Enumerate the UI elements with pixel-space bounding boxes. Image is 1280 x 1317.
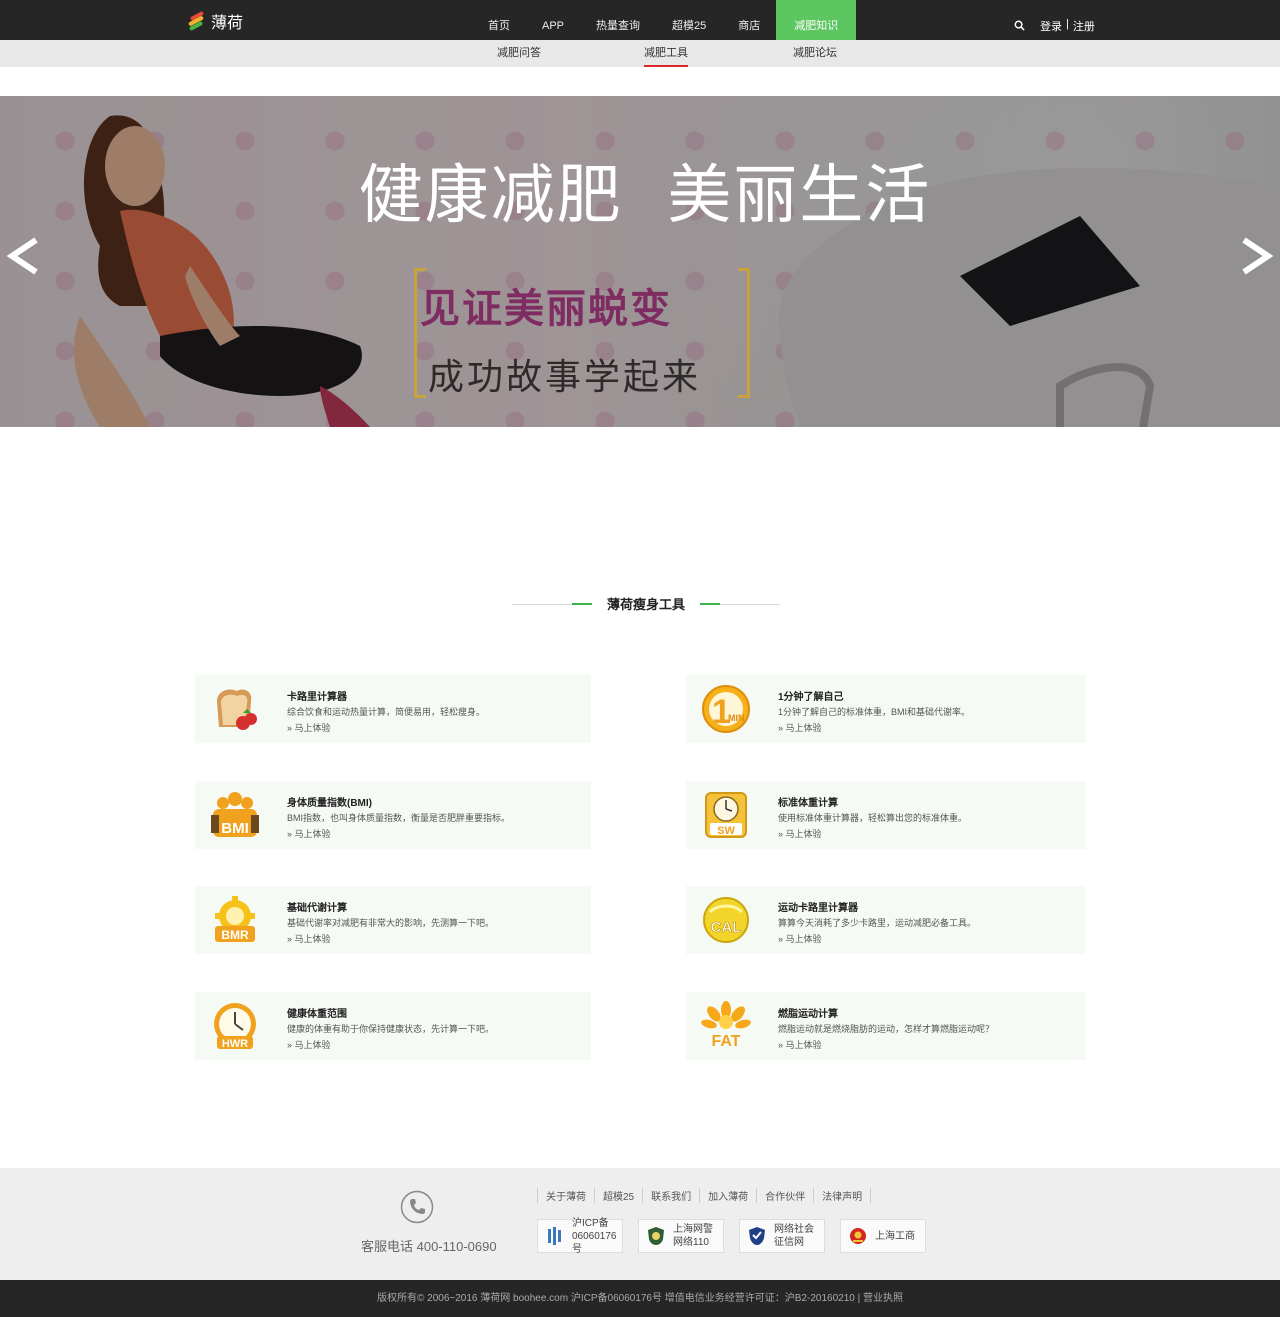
tool-link[interactable]: » 马上体验: [287, 932, 331, 945]
sw-scale-icon: SW: [705, 792, 747, 838]
tool-card-fat-burning[interactable]: FAT 燃脂运动计算 燃脂运动就是燃烧脂肪的运动，怎样才算燃脂运动呢？ » 马上…: [686, 992, 1086, 1060]
copyright-bar: 版权所有© 2006~2016 薄荷网 boohee.com 沪ICP备0606…: [0, 1280, 1280, 1317]
subnav-item-forum[interactable]: 减肥论坛: [793, 40, 837, 67]
tool-desc: 使用标准体重计算器，轻松算出您的标准体重。: [778, 813, 968, 823]
tool-title: 基础代谢计算: [287, 903, 347, 914]
section-title-text: 薄荷瘦身工具: [606, 597, 685, 612]
leaf-logo-icon: [187, 10, 206, 32]
bmr-gear-icon: BMR: [215, 896, 255, 942]
banner-headline: 健康减肥 美丽生活: [358, 159, 932, 233]
tool-desc: 基础代谢率对减肥有非常大的影响，先测算一下吧。: [287, 918, 495, 928]
tool-link[interactable]: » 马上体验: [287, 1038, 331, 1051]
tool-desc: 综合饮食和运动热量计算，简便易用，轻松瘦身。: [287, 707, 486, 717]
svg-text:SW: SW: [717, 825, 735, 837]
chevron-right-icon[interactable]: [1236, 232, 1276, 280]
auth-separator: |: [1066, 18, 1069, 30]
tool-desc: 健康的体重有助于你保持健康状态，先计算一下吧。: [287, 1024, 495, 1034]
subnav-item-qa[interactable]: 减肥问答: [497, 40, 541, 67]
tool-link[interactable]: » 马上体验: [287, 827, 331, 840]
svg-text:1: 1: [712, 693, 731, 731]
banner-subtitle-2: 成功故事学起来: [428, 356, 702, 397]
bracket-right: [738, 268, 750, 398]
footer-link-contact[interactable]: 联系我们: [642, 1188, 699, 1203]
tool-link[interactable]: » 马上体验: [778, 827, 822, 840]
badge-police[interactable]: 上海网警 网络110: [638, 1219, 724, 1253]
tool-link[interactable]: » 马上体验: [778, 932, 822, 945]
top-navbar: 薄荷 首页 APP 热量查询 超模25 商店 减肥知识 登录 | 注册: [0, 0, 1280, 40]
tool-title: 燃脂运动计算: [778, 1009, 838, 1020]
section-title: 薄荷瘦身工具: [512, 594, 780, 614]
tool-card-bmr[interactable]: BMR 基础代谢计算 基础代谢率对减肥有非常大的影响，先测算一下吧。 » 马上体…: [195, 886, 591, 954]
badge-commerce[interactable]: 上海工商: [840, 1219, 926, 1253]
footer-link-legal[interactable]: 法律声明: [813, 1188, 872, 1203]
tool-title: 身体质量指数(BMI): [287, 798, 372, 809]
badge-credit[interactable]: 网络社会 征信网: [739, 1219, 825, 1253]
phone-icon: [400, 1190, 434, 1224]
emblem-icon: [850, 1228, 866, 1244]
brand-logo[interactable]: 薄荷: [187, 10, 244, 32]
badge-icp[interactable]: 沪ICP备 06060176号: [537, 1218, 623, 1255]
tool-desc: 算算今天消耗了多少卡路里，运动减肥必备工具。: [778, 918, 977, 928]
svg-text:FAT: FAT: [711, 1033, 740, 1050]
login-link[interactable]: 登录: [1040, 18, 1062, 34]
footer-link-about[interactable]: 关于薄荷: [537, 1188, 594, 1203]
nav-item-home[interactable]: 首页: [472, 0, 526, 40]
search-icon[interactable]: [1014, 20, 1025, 31]
hwr-clock-icon: HWR: [214, 1003, 256, 1050]
icp-badge-icon: [548, 1227, 561, 1245]
tool-card-exercise-calorie[interactable]: CAL 运动卡路里计算器 算算今天消耗了多少卡路里，运动减肥必备工具。 » 马上…: [686, 886, 1086, 954]
auth-links: 登录 | 注册: [1040, 18, 1095, 34]
svg-text:CAL: CAL: [711, 919, 742, 936]
nav-item-app[interactable]: APP: [526, 0, 580, 40]
tool-title: 卡路里计算器: [287, 692, 347, 703]
nav-item-shop[interactable]: 商店: [722, 0, 776, 40]
tool-link[interactable]: » 马上体验: [778, 1038, 822, 1051]
tool-card-one-minute[interactable]: 1 MIN 1分钟了解自己 1分钟了解自己的标准体重，BMI和基础代谢率。 » …: [686, 675, 1086, 743]
footer-links: 关于薄荷 超模25 联系我们 加入薄荷 合作伙伴 法律声明: [537, 1188, 872, 1203]
tool-card-calorie[interactable]: 卡路里计算器 综合饮食和运动热量计算，简便易用，轻松瘦身。 » 马上体验: [195, 675, 591, 743]
tool-card-healthy-weight-range[interactable]: HWR 健康体重范围 健康的体重有助于你保持健康状态，先计算一下吧。 » 马上体…: [195, 992, 591, 1060]
one-min-icon: 1 MIN: [702, 685, 750, 733]
fat-flower-icon: FAT: [701, 1001, 751, 1050]
svg-text:HWR: HWR: [222, 1038, 248, 1050]
cal-ball-icon: CAL: [703, 897, 749, 943]
banner-subtitle-1: 见证美丽蜕变: [420, 287, 672, 331]
hero-banner[interactable]: 见证美丽蜕变 成功故事学起来 健康减肥 美丽生活: [0, 96, 1280, 427]
nav-item-diet-knowledge[interactable]: 减肥知识: [776, 0, 857, 40]
svg-text:BMI: BMI: [221, 820, 249, 837]
brand-name: 薄荷: [211, 15, 244, 32]
register-link[interactable]: 注册: [1073, 18, 1095, 34]
tool-title: 健康体重范围: [287, 1009, 347, 1020]
tool-card-bmi[interactable]: BMI 身体质量指数(BMI) BMI指数，也叫身体质量指数，衡量是否肥胖重要指…: [195, 781, 591, 849]
bmi-icon: BMI: [211, 792, 259, 837]
police-badge-icon: [648, 1227, 664, 1245]
tool-desc: 燃脂运动就是燃烧脂肪的运动，怎样才算燃脂运动呢？: [778, 1024, 995, 1034]
footer-link-partners[interactable]: 合作伙伴: [756, 1188, 813, 1203]
sub-navbar: 减肥问答 减肥工具 减肥论坛: [0, 40, 1280, 67]
tool-link[interactable]: » 马上体验: [778, 721, 822, 734]
footer: 客服电话 400-110-0690 关于薄荷 超模25 联系我们 加入薄荷 合作…: [0, 1168, 1280, 1280]
chevron-left-icon[interactable]: [4, 232, 44, 280]
tool-title: 1分钟了解自己: [778, 692, 844, 703]
footer-link-join[interactable]: 加入薄荷: [699, 1188, 756, 1203]
footer-link-supermodel[interactable]: 超模25: [594, 1188, 642, 1203]
tool-card-standard-weight[interactable]: SW 标准体重计算 使用标准体重计算器，轻松算出您的标准体重。 » 马上体验: [686, 781, 1086, 849]
nav-item-supermodel[interactable]: 超模25: [656, 0, 722, 40]
svg-text:MIN: MIN: [728, 713, 745, 723]
customer-service-hotline: 客服电话 400-110-0690: [361, 1239, 497, 1254]
tool-link[interactable]: » 马上体验: [287, 721, 331, 734]
tool-title: 标准体重计算: [778, 798, 838, 809]
tool-desc: BMI指数，也叫身体质量指数，衡量是否肥胖重要指标。: [287, 813, 511, 823]
bread-strawberry-icon: [217, 689, 257, 730]
nav-item-calorie-query[interactable]: 热量查询: [580, 0, 656, 40]
svg-text:BMR: BMR: [221, 928, 249, 942]
main-nav: 首页 APP 热量查询 超模25 商店 减肥知识: [472, 0, 857, 40]
tool-desc: 1分钟了解自己的标准体重，BMI和基础代谢率。: [778, 707, 971, 717]
tool-title: 运动卡路里计算器: [778, 903, 858, 914]
subnav-item-tools[interactable]: 减肥工具: [644, 40, 688, 67]
shield-icon: [749, 1227, 765, 1245]
